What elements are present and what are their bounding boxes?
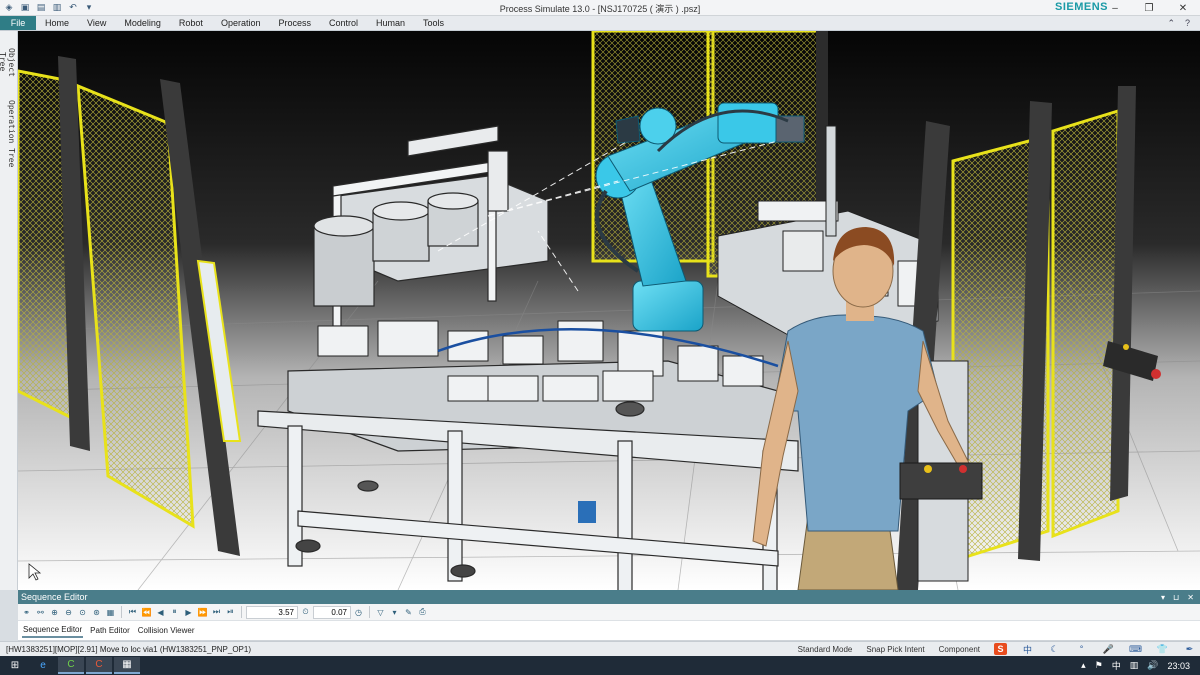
snap-pick-intent[interactable]: Snap Pick Intent — [866, 645, 924, 654]
tab-operation-tree[interactable]: Operation Tree — [2, 93, 16, 175]
punctuation-icon: ° — [1079, 644, 1084, 654]
clock-icon[interactable]: ◷ — [352, 606, 365, 619]
tray-expand-icon[interactable]: ▴ — [1081, 660, 1086, 671]
quick-access-toolbar: ◈ ▣ ▤ ▥ ↶ ▾ — [0, 0, 95, 16]
sequence-editor-toolbar: ⚭ ⚯ ⊕ ⊖ ⊙ ⊛ ▦ ⏮ ⏪ ◀ ⏸ ▶ ⏩ ⏭ ⏯ ⏲ ◷ ▽ ▾ ✎ … — [18, 604, 1200, 621]
tab-human[interactable]: Human — [367, 16, 414, 30]
ribbon-tabs: File Home View Modeling Robot Operation … — [0, 16, 1200, 31]
filter-icon[interactable]: ▽ — [374, 606, 387, 619]
camtasia-taskbar-icon[interactable]: C — [58, 657, 84, 674]
tab-path-editor[interactable]: Path Editor — [89, 624, 131, 637]
component-selector[interactable]: Component — [939, 645, 980, 654]
tray-language-icon[interactable]: 中 — [1112, 659, 1121, 672]
jump-start-icon[interactable]: ⏮ — [126, 606, 139, 619]
status-right: Standard Mode Snap Pick Intent Component… — [798, 643, 1200, 655]
fast-forward-icon[interactable]: ⏭ — [210, 606, 223, 619]
open-icon[interactable]: ▤ — [35, 2, 47, 14]
mode-indicator[interactable]: Standard Mode — [798, 645, 853, 654]
unlink-icon[interactable]: ⚯ — [34, 606, 47, 619]
title-bar: ◈ ▣ ▤ ▥ ↶ ▾ Process Simulate 13.0 - [NSJ… — [0, 0, 1200, 16]
play-icon[interactable]: ▶ — [182, 606, 195, 619]
tab-tools[interactable]: Tools — [414, 16, 453, 30]
zoom-fit-icon[interactable]: ⊙ — [76, 606, 89, 619]
tab-sequence-editor[interactable]: Sequence Editor — [22, 623, 84, 638]
tab-modeling[interactable]: Modeling — [115, 16, 170, 30]
separator — [121, 606, 122, 618]
tab-view[interactable]: View — [78, 16, 115, 30]
panel-close-icon[interactable]: ✕ — [1187, 593, 1194, 602]
tab-home[interactable]: Home — [36, 16, 78, 30]
sequence-editor-title: Sequence Editor — [21, 592, 88, 602]
timeline-icon[interactable]: ▦ — [104, 606, 117, 619]
ribbon-right-controls: ⌃ ? — [1167, 16, 1200, 30]
windows-start-icon[interactable]: ⊞ — [2, 657, 28, 674]
snapshot-icon[interactable]: ⎙ — [416, 606, 429, 619]
left-panel-tabs: Object Tree Operation Tree — [0, 31, 18, 590]
microphone-icon[interactable]: 🎤 — [1102, 643, 1115, 655]
tab-object-tree[interactable]: Object Tree — [0, 37, 16, 87]
tab-process[interactable]: Process — [269, 16, 320, 30]
sequence-editor-tabs: Sequence Editor Path Editor Collision Vi… — [18, 621, 1200, 641]
folder-icon[interactable]: ▥ — [51, 2, 63, 14]
taskbar: ⊞ e C C ▦ ▴ ⚑ 中 ▥ 🔊 23:03 — [0, 656, 1200, 675]
time-interval-icon[interactable]: ⏲ — [299, 606, 312, 619]
separator — [369, 606, 370, 618]
ribbon-minimize-icon[interactable]: ⌃ — [1167, 18, 1175, 29]
separator — [241, 606, 242, 618]
zoom-out-icon[interactable]: ⊖ — [62, 606, 75, 619]
network-icon[interactable]: ▥ — [1130, 660, 1139, 671]
tab-robot[interactable]: Robot — [170, 16, 212, 30]
zoom-selection-icon[interactable]: ⊛ — [90, 606, 103, 619]
system-tray: ▴ ⚑ 中 ▥ 🔊 23:03 — [1081, 659, 1200, 672]
tab-control[interactable]: Control — [320, 16, 367, 30]
internet-explorer-icon[interactable]: e — [30, 657, 56, 674]
simulation-time-field[interactable] — [246, 605, 298, 619]
file-tab[interactable]: File — [0, 16, 36, 30]
pause-icon[interactable]: ⏸ — [168, 606, 181, 619]
tab-operation[interactable]: Operation — [212, 16, 270, 30]
tools-icon[interactable]: ✒ — [1183, 643, 1196, 655]
clock[interactable]: 23:03 — [1167, 661, 1190, 671]
volume-icon[interactable]: 🔊 — [1147, 660, 1158, 671]
step-forward-icon[interactable]: ⏩ — [196, 606, 209, 619]
step-back-icon[interactable]: ⏪ — [140, 606, 153, 619]
pin-icon[interactable]: ⊔ — [1173, 593, 1179, 602]
help-icon[interactable]: ? — [1185, 18, 1190, 28]
graphic-viewer[interactable] — [18, 31, 1200, 590]
panel-controls: ▾ ⊔ ✕ — [1161, 593, 1200, 602]
input-method-icon[interactable]: S — [994, 643, 1007, 655]
flag-icon[interactable]: ⚑ — [1095, 660, 1103, 671]
close-icon[interactable]: ✕ — [1166, 0, 1200, 16]
panel-menu-icon[interactable]: ▾ — [1161, 593, 1165, 602]
time-step-field[interactable] — [313, 605, 351, 619]
recorder-taskbar-icon[interactable]: C — [86, 657, 112, 674]
tab-collision-viewer[interactable]: Collision Viewer — [137, 624, 196, 637]
moon-icon: ☾ — [1050, 643, 1059, 654]
skin-icon[interactable]: 👕 — [1156, 643, 1169, 655]
process-simulate-taskbar-icon[interactable]: ▦ — [114, 657, 140, 674]
minimize-icon[interactable]: – — [1098, 0, 1132, 16]
play-back-icon[interactable]: ◀ — [154, 606, 167, 619]
link-icon[interactable]: ⚭ — [20, 606, 33, 619]
keyboard-icon[interactable]: ⌨ — [1129, 643, 1142, 655]
sequence-editor-header: Sequence Editor ▾ ⊔ ✕ — [18, 590, 1200, 604]
undo-icon[interactable]: ↶ — [67, 2, 79, 14]
jump-end-icon[interactable]: ⏯ — [224, 606, 237, 619]
window-controls: – ❐ ✕ — [1098, 0, 1200, 16]
status-message: [HW1383251][MOP][2.91] Move to loc via1 … — [6, 644, 252, 654]
language-icon[interactable]: 中 — [1021, 643, 1034, 655]
right-safety-fence[interactable] — [896, 86, 1136, 590]
tool-icon[interactable]: ✎ — [402, 606, 415, 619]
save-icon[interactable]: ▣ — [19, 2, 31, 14]
zoom-in-icon[interactable]: ⊕ — [48, 606, 61, 619]
restore-icon[interactable]: ❐ — [1132, 0, 1166, 16]
settings-dropdown-icon[interactable]: ▾ — [388, 606, 401, 619]
window-title: Process Simulate 13.0 - [NSJ170725 ( 演示 … — [499, 4, 701, 14]
dropdown-icon[interactable]: ▾ — [83, 2, 95, 14]
status-bar: [HW1383251][MOP][2.91] Move to loc via1 … — [0, 641, 1200, 656]
app-icon[interactable]: ◈ — [3, 2, 15, 14]
scene-3d[interactable] — [18, 31, 1200, 590]
